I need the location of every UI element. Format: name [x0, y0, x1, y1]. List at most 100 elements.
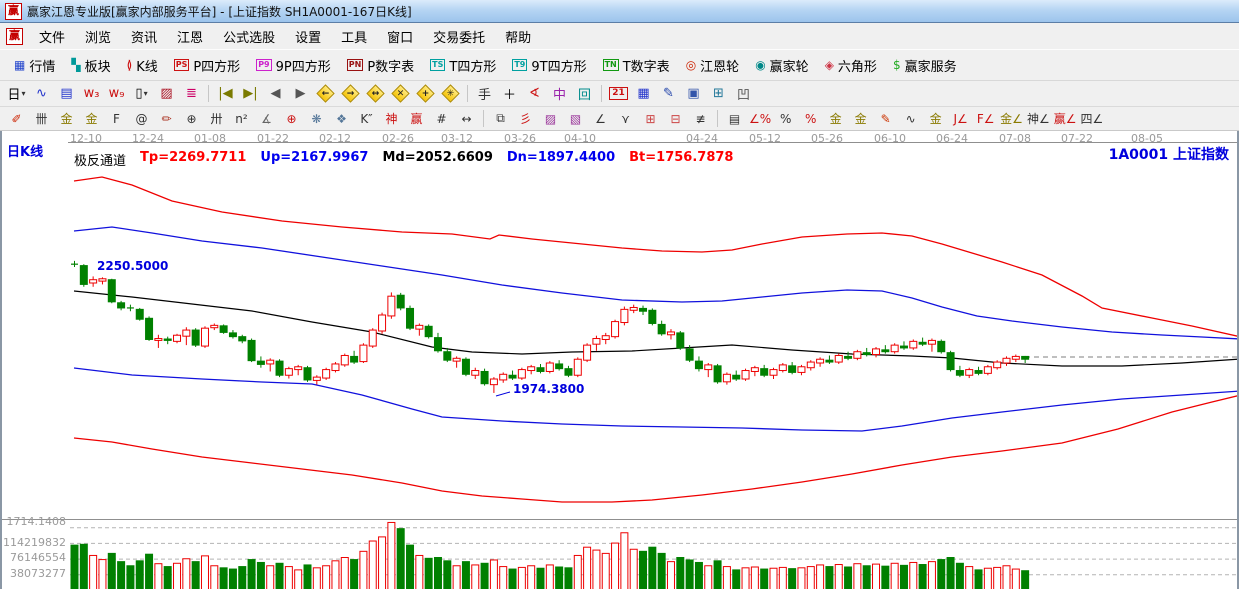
六角形-button[interactable]: ◈六角形 [817, 53, 885, 78]
gold-circle-icon[interactable]: 金 [823, 109, 848, 129]
9T四方形-button[interactable]: T99T四方形 [504, 53, 594, 78]
gold-line2-icon[interactable]: 金 [923, 109, 948, 129]
pattern-grid-icon[interactable]: ▨ [154, 83, 179, 105]
target-circle-icon[interactable]: ⊕ [279, 109, 304, 129]
pan-hand-icon[interactable]: 手 [472, 83, 497, 105]
time-grid-icon[interactable]: 卌 [29, 109, 54, 129]
box-measure-icon[interactable]: ⧉ [488, 109, 513, 129]
f-angle-icon[interactable]: F∠ [973, 109, 998, 129]
k-note-icon[interactable]: K″ [354, 109, 379, 129]
last-bar-button[interactable]: ▶| [238, 83, 263, 105]
ray-box-icon[interactable]: ▨ [538, 109, 563, 129]
toolbar-label: K线 [136, 56, 158, 75]
candlestick-chart[interactable] [2, 131, 1237, 589]
info-list-icon[interactable]: ▤ [54, 83, 79, 105]
P数字表-button[interactable]: PNP数字表 [339, 53, 422, 78]
workstation-icon[interactable]: 凹 [731, 83, 756, 105]
menu-item-6[interactable]: 工具 [331, 28, 377, 49]
red-grid2-icon[interactable]: ⊟ [663, 109, 688, 129]
shen-angle-icon[interactable]: 神∠ [1025, 109, 1052, 129]
globe-tool-icon[interactable]: 回 [572, 83, 597, 105]
gold-grid-icon[interactable]: 金 [54, 109, 79, 129]
menu-item-7[interactable]: 窗口 [377, 28, 423, 49]
gold-grid2-icon[interactable]: 金 [79, 109, 104, 129]
T四方形-button[interactable]: TST四方形 [422, 53, 504, 78]
percent-line-icon[interactable]: % [798, 109, 823, 129]
web-icon[interactable]: ❋ [304, 109, 329, 129]
menu-item-3[interactable]: 江恩 [167, 28, 213, 49]
formula-curve-icon[interactable]: ∿ [29, 83, 54, 105]
spiral-grid-icon[interactable]: @ [129, 109, 154, 129]
brush-icon[interactable]: ✐ [4, 109, 29, 129]
close-diamond-button[interactable]: ✕ [388, 83, 413, 105]
volume-profile-icon[interactable]: ≣ [179, 83, 204, 105]
indicator-value: Tp=2269.7711 [140, 150, 246, 169]
K线-button[interactable]: ≬K线 [119, 53, 166, 78]
annotate-icon[interactable]: ✎ [873, 109, 898, 129]
save-icon[interactable]: ▣ [681, 83, 706, 105]
mirror-angle-icon[interactable]: ∡ [254, 109, 279, 129]
slant-lines-icon[interactable]: ≢ [688, 109, 713, 129]
P四方形-button[interactable]: PSP四方形 [166, 53, 248, 78]
period-selector-button[interactable]: 日▾ [4, 83, 29, 105]
cross-diamond-button[interactable]: + [413, 83, 438, 105]
menu-item-5[interactable]: 设置 [285, 28, 331, 49]
calendar-21-icon[interactable]: 21 [606, 83, 631, 105]
zoom-in-diamond-button[interactable]: → [338, 83, 363, 105]
wave-9-icon[interactable]: w₉ [104, 83, 129, 105]
shen-grid-icon[interactable]: 神 [379, 109, 404, 129]
h-expand-diamond-button[interactable]: ↔ [363, 83, 388, 105]
calculator-icon[interactable]: ▦ [631, 83, 656, 105]
9P四方形-button[interactable]: P99P四方形 [248, 53, 339, 78]
tick-grid-icon[interactable]: 卅 [204, 109, 229, 129]
export-icon[interactable]: ⊞ [706, 83, 731, 105]
n2-grid-icon[interactable]: n² [229, 109, 254, 129]
gold-line-icon[interactable]: 金 [848, 109, 873, 129]
angle-lines-icon[interactable]: ∠ [588, 109, 613, 129]
win-grid-icon[interactable]: 赢 [404, 109, 429, 129]
grid-123-icon[interactable]: # [429, 109, 454, 129]
notes-icon[interactable]: ✎ [656, 83, 681, 105]
all-dir-diamond-button[interactable]: ✳ [438, 83, 463, 105]
gold-angle-icon[interactable]: 金∠ [998, 109, 1025, 129]
江恩轮-button[interactable]: ◎江恩轮 [678, 53, 748, 78]
angle-measure-icon[interactable]: ∢ [522, 83, 547, 105]
window-title: 赢家江恩专业版[赢家内部服务平台] - [上证指数 SH1A0001-167日K… [27, 3, 412, 20]
first-bar-button[interactable]: |◀ [213, 83, 238, 105]
title-bar[interactable]: 赢 赢家江恩专业版[赢家内部服务平台] - [上证指数 SH1A0001-167… [0, 0, 1239, 23]
candle-style-button[interactable]: ▯▾ [129, 83, 154, 105]
percent-angle-icon[interactable]: ∠% [747, 109, 773, 129]
rays-icon[interactable]: 彡 [513, 109, 538, 129]
crosshair-icon[interactable]: ＋ [497, 83, 522, 105]
win-angle-icon[interactable]: 赢∠ [1052, 109, 1079, 129]
measure-pen-icon[interactable]: ✏ [154, 109, 179, 129]
板块-button[interactable]: ▚板块 [63, 53, 118, 78]
menu-item-2[interactable]: 资讯 [121, 28, 167, 49]
menu-item-4[interactable]: 公式选股 [213, 28, 285, 49]
menu-item-1[interactable]: 浏览 [75, 28, 121, 49]
赢家服务-button[interactable]: $赢家服务 [885, 53, 965, 78]
menu-item-8[interactable]: 交易委托 [423, 28, 495, 49]
f-grid-icon[interactable]: F [104, 109, 129, 129]
zoom-out-diamond-button[interactable]: ← [313, 83, 338, 105]
j-angle-icon[interactable]: J∠ [948, 109, 973, 129]
gann-tool-icon[interactable]: 中 [547, 83, 572, 105]
red-grid-icon[interactable]: ⊞ [638, 109, 663, 129]
web-box-icon[interactable]: ❖ [329, 109, 354, 129]
ray-box2-icon[interactable]: ▧ [563, 109, 588, 129]
T数字表-button[interactable]: TNT数字表 [595, 53, 678, 78]
menu-item-9[interactable]: 帮助 [495, 28, 541, 49]
check-lines-icon[interactable]: ⋎ [613, 109, 638, 129]
prev-bar-button[interactable]: ◀ [263, 83, 288, 105]
wave-channel-icon[interactable]: ∿ [898, 109, 923, 129]
wave-3-icon[interactable]: w₃ [79, 83, 104, 105]
next-bar-button[interactable]: ▶ [288, 83, 313, 105]
circle-grid-icon[interactable]: ⊕ [179, 109, 204, 129]
行情-button[interactable]: ▦行情 [6, 53, 63, 78]
赢家轮-button[interactable]: ◉赢家轮 [747, 53, 817, 78]
percent-icon[interactable]: % [773, 109, 798, 129]
h-measure-icon[interactable]: ↔ [454, 109, 479, 129]
menu-item-0[interactable]: 文件 [29, 28, 75, 49]
measure-table-icon[interactable]: ▤ [722, 109, 747, 129]
four-angle-icon[interactable]: 四∠ [1078, 109, 1105, 129]
